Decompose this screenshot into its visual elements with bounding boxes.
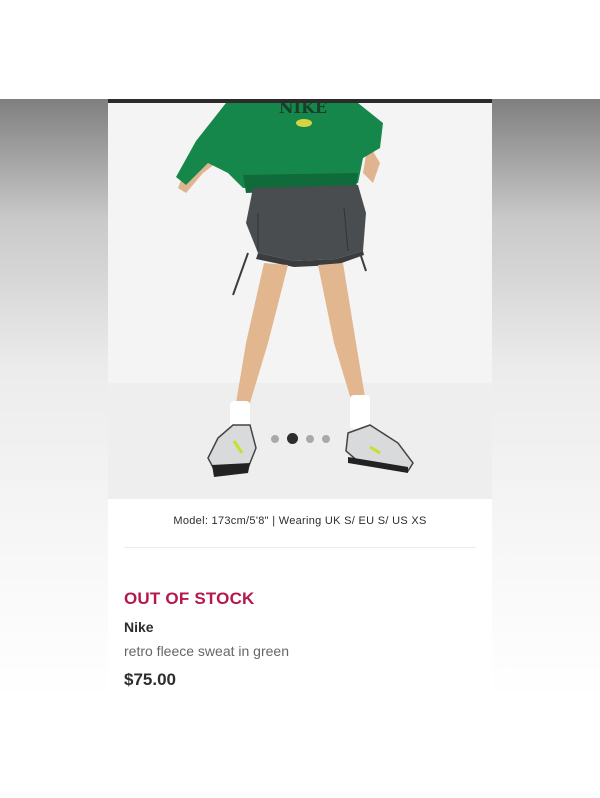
model-info: Model: 173cm/5'8" | Wearing UK S/ EU S/ … <box>173 515 427 527</box>
background-band-right <box>492 99 600 699</box>
carousel-dot[interactable] <box>321 434 330 443</box>
divider <box>124 547 476 548</box>
product-name: retro fleece sweat in green <box>124 643 289 659</box>
stock-status: OUT OF STOCK <box>124 589 255 608</box>
svg-text:NIKE: NIKE <box>279 103 327 117</box>
product-screen: NIKE Model: 173cm/5'8" | Wearing UK S/ E… <box>108 99 492 699</box>
background-band-left <box>0 99 108 699</box>
product-image[interactable]: NIKE <box>108 103 492 499</box>
carousel-dot[interactable] <box>270 434 279 443</box>
page: NIKE Model: 173cm/5'8" | Wearing UK S/ E… <box>0 0 600 798</box>
product-price: $75.00 <box>124 670 176 689</box>
carousel-dot[interactable] <box>305 434 314 443</box>
carousel-indicator[interactable] <box>108 433 492 444</box>
carousel-dot-active[interactable] <box>286 433 298 444</box>
product-brand[interactable]: Nike <box>124 619 154 635</box>
